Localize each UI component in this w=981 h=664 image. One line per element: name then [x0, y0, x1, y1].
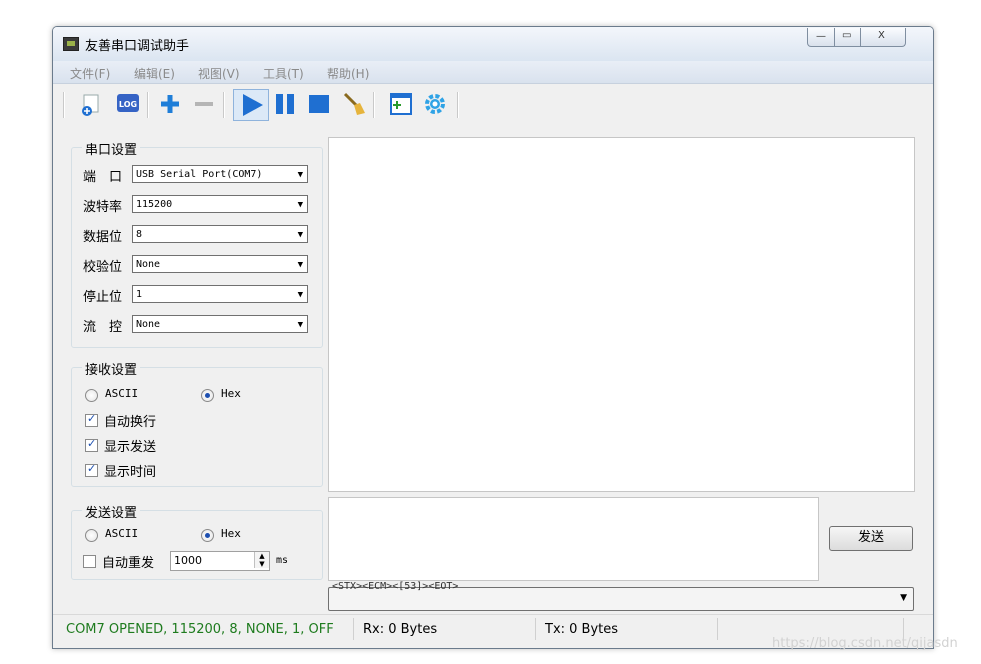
- baud-label: 波特率: [83, 200, 123, 215]
- chevron-down-icon: ▼: [297, 170, 303, 180]
- menu-view[interactable]: 视图(V): [198, 65, 240, 82]
- log-icon[interactable]: LOG: [115, 91, 141, 117]
- chevron-down-icon: ▼: [297, 200, 303, 210]
- toolbar-grip: [63, 92, 65, 118]
- baud-value: 115200: [136, 199, 173, 210]
- add-icon[interactable]: [157, 91, 183, 117]
- receive-settings-title: 接收设置: [82, 359, 141, 378]
- stopbits-label: 停止位: [83, 290, 123, 305]
- send-button[interactable]: 发送: [829, 526, 913, 551]
- toolbar-separator: [147, 92, 149, 118]
- chevron-down-icon: ▼: [900, 593, 907, 603]
- status-divider: [535, 618, 536, 640]
- toolbar-separator: [457, 92, 459, 118]
- flow-select[interactable]: None ▼: [132, 315, 308, 333]
- send-ascii-radio[interactable]: [85, 529, 98, 542]
- minimize-button[interactable]: —: [807, 28, 835, 47]
- auto-resend-checkbox[interactable]: [83, 555, 96, 568]
- resend-interval-value: 1000: [174, 554, 202, 567]
- add-window-icon[interactable]: [388, 91, 414, 117]
- watermark: https://blog.csdn.net/qijasdn: [772, 636, 958, 651]
- receive-textarea[interactable]: [328, 137, 915, 492]
- show-time-checkbox[interactable]: [85, 462, 98, 477]
- clear-brush-icon[interactable]: [342, 91, 368, 117]
- menu-bar: 文件(F) 编辑(E) 视图(V) 工具(T) 帮助(H): [53, 61, 933, 84]
- status-divider: [353, 618, 354, 640]
- auto-resend-label: 自动重发: [102, 556, 155, 571]
- history-combo[interactable]: <STX><ECM><[53]><EOT> ▼: [328, 581, 914, 611]
- show-send-label: 显示发送: [104, 440, 157, 455]
- databits-value: 8: [136, 229, 143, 240]
- parity-label: 校验位: [83, 260, 123, 275]
- flow-label: 流 控: [83, 320, 123, 335]
- minimize-icon: —: [816, 31, 826, 42]
- menu-tools[interactable]: 工具(T): [263, 65, 304, 82]
- interval-unit-label: ms: [276, 555, 289, 566]
- receive-ascii-label: ASCII: [105, 387, 139, 400]
- send-hex-radio[interactable]: [201, 529, 214, 542]
- send-settings-title: 发送设置: [82, 502, 141, 521]
- title-bar[interactable]: 友善串口调试助手 — ▭ X: [53, 27, 933, 61]
- history-text: <STX><ECM><[53]><EOT>: [332, 581, 459, 592]
- pause-icon[interactable]: [272, 91, 298, 117]
- chevron-down-icon: ▼: [297, 320, 303, 330]
- flow-value: None: [136, 319, 161, 330]
- baud-select[interactable]: 115200 ▼: [132, 195, 308, 213]
- remove-icon[interactable]: [191, 91, 217, 117]
- menu-help[interactable]: 帮助(H): [327, 65, 369, 82]
- port-status: COM7 OPENED, 115200, 8, NONE, 1, OFF: [66, 622, 334, 637]
- stopbits-select[interactable]: 1 ▼: [132, 285, 308, 303]
- rx-count: Rx: 0 Bytes: [363, 622, 438, 637]
- serial-settings-title: 串口设置: [82, 139, 141, 158]
- maximize-button[interactable]: ▭: [834, 28, 861, 47]
- send-hex-label: Hex: [221, 527, 241, 540]
- close-icon: X: [878, 30, 885, 41]
- port-label: 端 口: [83, 170, 123, 185]
- port-select[interactable]: USB Serial Port(COM7) ▼: [132, 165, 308, 183]
- send-ascii-label: ASCII: [105, 527, 139, 540]
- maximize-icon: ▭: [842, 30, 852, 41]
- settings-gear-icon[interactable]: [422, 91, 448, 117]
- menu-file[interactable]: 文件(F): [70, 65, 110, 82]
- databits-select[interactable]: 8 ▼: [132, 225, 308, 243]
- tx-count: Tx: 0 Bytes: [545, 622, 619, 637]
- chevron-down-icon: ▼: [297, 230, 303, 240]
- chevron-down-icon: ▼: [297, 260, 303, 270]
- databits-label: 数据位: [83, 230, 123, 245]
- play-icon[interactable]: [233, 89, 269, 121]
- stepper-arrows-icon[interactable]: ▲ ▼: [254, 552, 269, 568]
- receive-ascii-radio[interactable]: [85, 389, 98, 402]
- menu-edit[interactable]: 编辑(E): [134, 65, 175, 82]
- app-icon: [63, 37, 79, 51]
- app-window: 友善串口调试助手 — ▭ X 文件(F) 编辑(E) 视图(V) 工具(T) 帮…: [52, 26, 934, 649]
- show-time-label: 显示时间: [104, 465, 157, 480]
- port-value: USB Serial Port(COM7): [136, 169, 263, 180]
- toolbar-separator: [223, 92, 225, 118]
- parity-value: None: [136, 259, 161, 270]
- toolbar-separator: [373, 92, 375, 118]
- toolbar: LOG: [53, 84, 933, 126]
- resend-interval-stepper[interactable]: 1000 ▲ ▼: [170, 551, 270, 571]
- stop-icon[interactable]: [306, 91, 332, 117]
- receive-hex-radio[interactable]: [201, 389, 214, 402]
- auto-wrap-label: 自动换行: [104, 415, 157, 430]
- stopbits-value: 1: [136, 289, 143, 300]
- receive-hex-label: Hex: [221, 387, 241, 400]
- send-textarea[interactable]: [328, 497, 819, 581]
- parity-select[interactable]: None ▼: [132, 255, 308, 273]
- show-send-checkbox[interactable]: [85, 437, 98, 452]
- new-file-icon[interactable]: [78, 91, 104, 117]
- status-divider: [717, 618, 718, 640]
- log-icon-text: LOG: [119, 100, 137, 109]
- window-title: 友善串口调试助手: [85, 39, 190, 54]
- auto-wrap-checkbox[interactable]: [85, 412, 98, 427]
- chevron-down-icon: ▼: [297, 290, 303, 300]
- close-button[interactable]: X: [860, 28, 906, 47]
